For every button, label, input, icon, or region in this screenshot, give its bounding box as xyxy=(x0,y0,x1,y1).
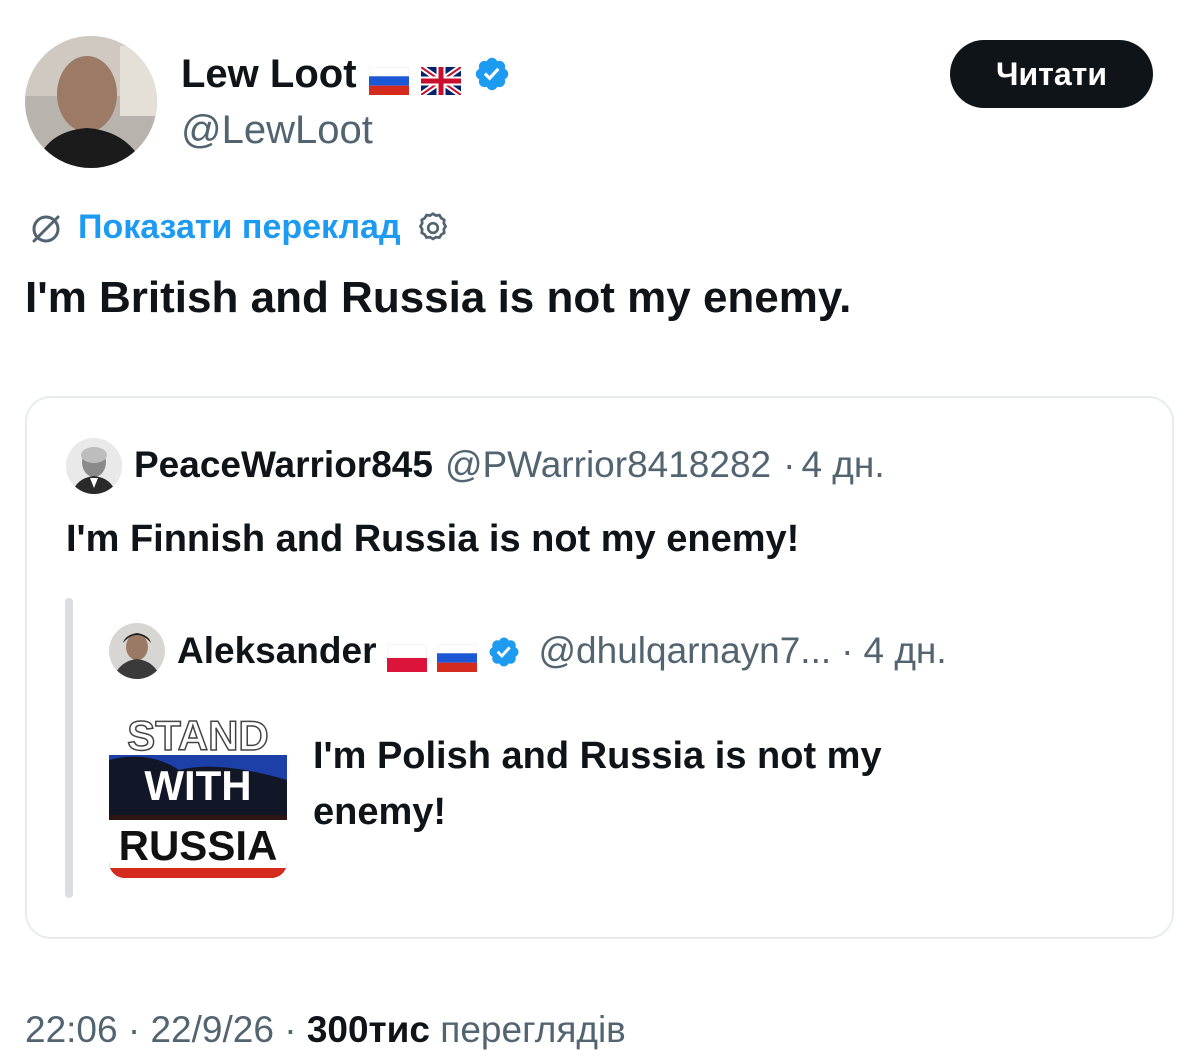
russia-flag-icon xyxy=(436,637,477,672)
verified-badge-icon xyxy=(487,634,521,668)
nested-text: I'm Polish and Russia is not my enemy! xyxy=(313,735,882,833)
quoted-header: PeaceWarrior845 @PWarrior8418282 · 4 дн. xyxy=(134,442,885,488)
author-name[interactable]: Lew Loot xyxy=(181,52,357,96)
tweet-date[interactable]: 22/9/26 xyxy=(150,1009,273,1050)
nested-time[interactable]: 4 дн. xyxy=(863,628,946,674)
translate-row: Показати переклад xyxy=(28,208,451,247)
nested-quote-bar xyxy=(65,598,73,898)
nested-header: Aleksander @dhulqarnayn7... · 4 дн. xyxy=(177,628,947,674)
tweet-text: I'm British and Russia is not my enemy. xyxy=(25,273,852,322)
stand-with-russia-image[interactable]: STAND WITH RUSSIA xyxy=(109,700,287,878)
quoted-author-name[interactable]: PeaceWarrior845 xyxy=(134,442,433,488)
translate-icon xyxy=(28,210,64,246)
author-name-row: Lew Loot xyxy=(181,52,511,98)
quoted-time[interactable]: 4 дн. xyxy=(801,442,884,488)
uk-flag-icon xyxy=(418,60,463,98)
follow-button[interactable]: Читати xyxy=(950,40,1153,108)
russia-flag-icon xyxy=(368,60,409,95)
poland-flag-icon xyxy=(386,637,427,672)
quoted-tweet-card[interactable]: PeaceWarrior845 @PWarrior8418282 · 4 дн.… xyxy=(25,396,1174,939)
author-handle[interactable]: @LewLoot xyxy=(181,108,373,152)
footer-separator: · xyxy=(284,1009,297,1050)
quoted-author-avatar[interactable] xyxy=(66,438,122,494)
nested-author-handle[interactable]: @dhulqarnayn7... xyxy=(539,628,832,674)
views-count: 300тис xyxy=(306,1009,431,1050)
nested-author-name[interactable]: Aleksander xyxy=(177,628,377,674)
tweet-time[interactable]: 22:06 xyxy=(25,1009,118,1050)
footer-separator: · xyxy=(127,1009,141,1050)
verified-badge-icon xyxy=(473,55,511,93)
author-avatar[interactable] xyxy=(25,36,157,168)
show-translation-link[interactable]: Показати переклад xyxy=(78,208,401,247)
quoted-text: I'm Finnish and Russia is not my enemy! xyxy=(66,518,800,560)
image-text-line3: RUSSIA xyxy=(119,822,278,869)
nested-separator: · xyxy=(841,630,854,671)
nested-author-avatar[interactable] xyxy=(109,623,165,679)
gear-icon[interactable] xyxy=(415,210,451,246)
quoted-author-handle[interactable]: @PWarrior8418282 xyxy=(445,442,771,488)
tweet-meta-footer: 22:06 · 22/9/26 · 300тис переглядів xyxy=(25,1007,626,1053)
quoted-separator: · xyxy=(783,444,796,485)
image-text-line2: WITH xyxy=(144,762,251,809)
views-label[interactable]: переглядів xyxy=(440,1009,626,1050)
image-text-line1: STAND xyxy=(127,712,269,759)
